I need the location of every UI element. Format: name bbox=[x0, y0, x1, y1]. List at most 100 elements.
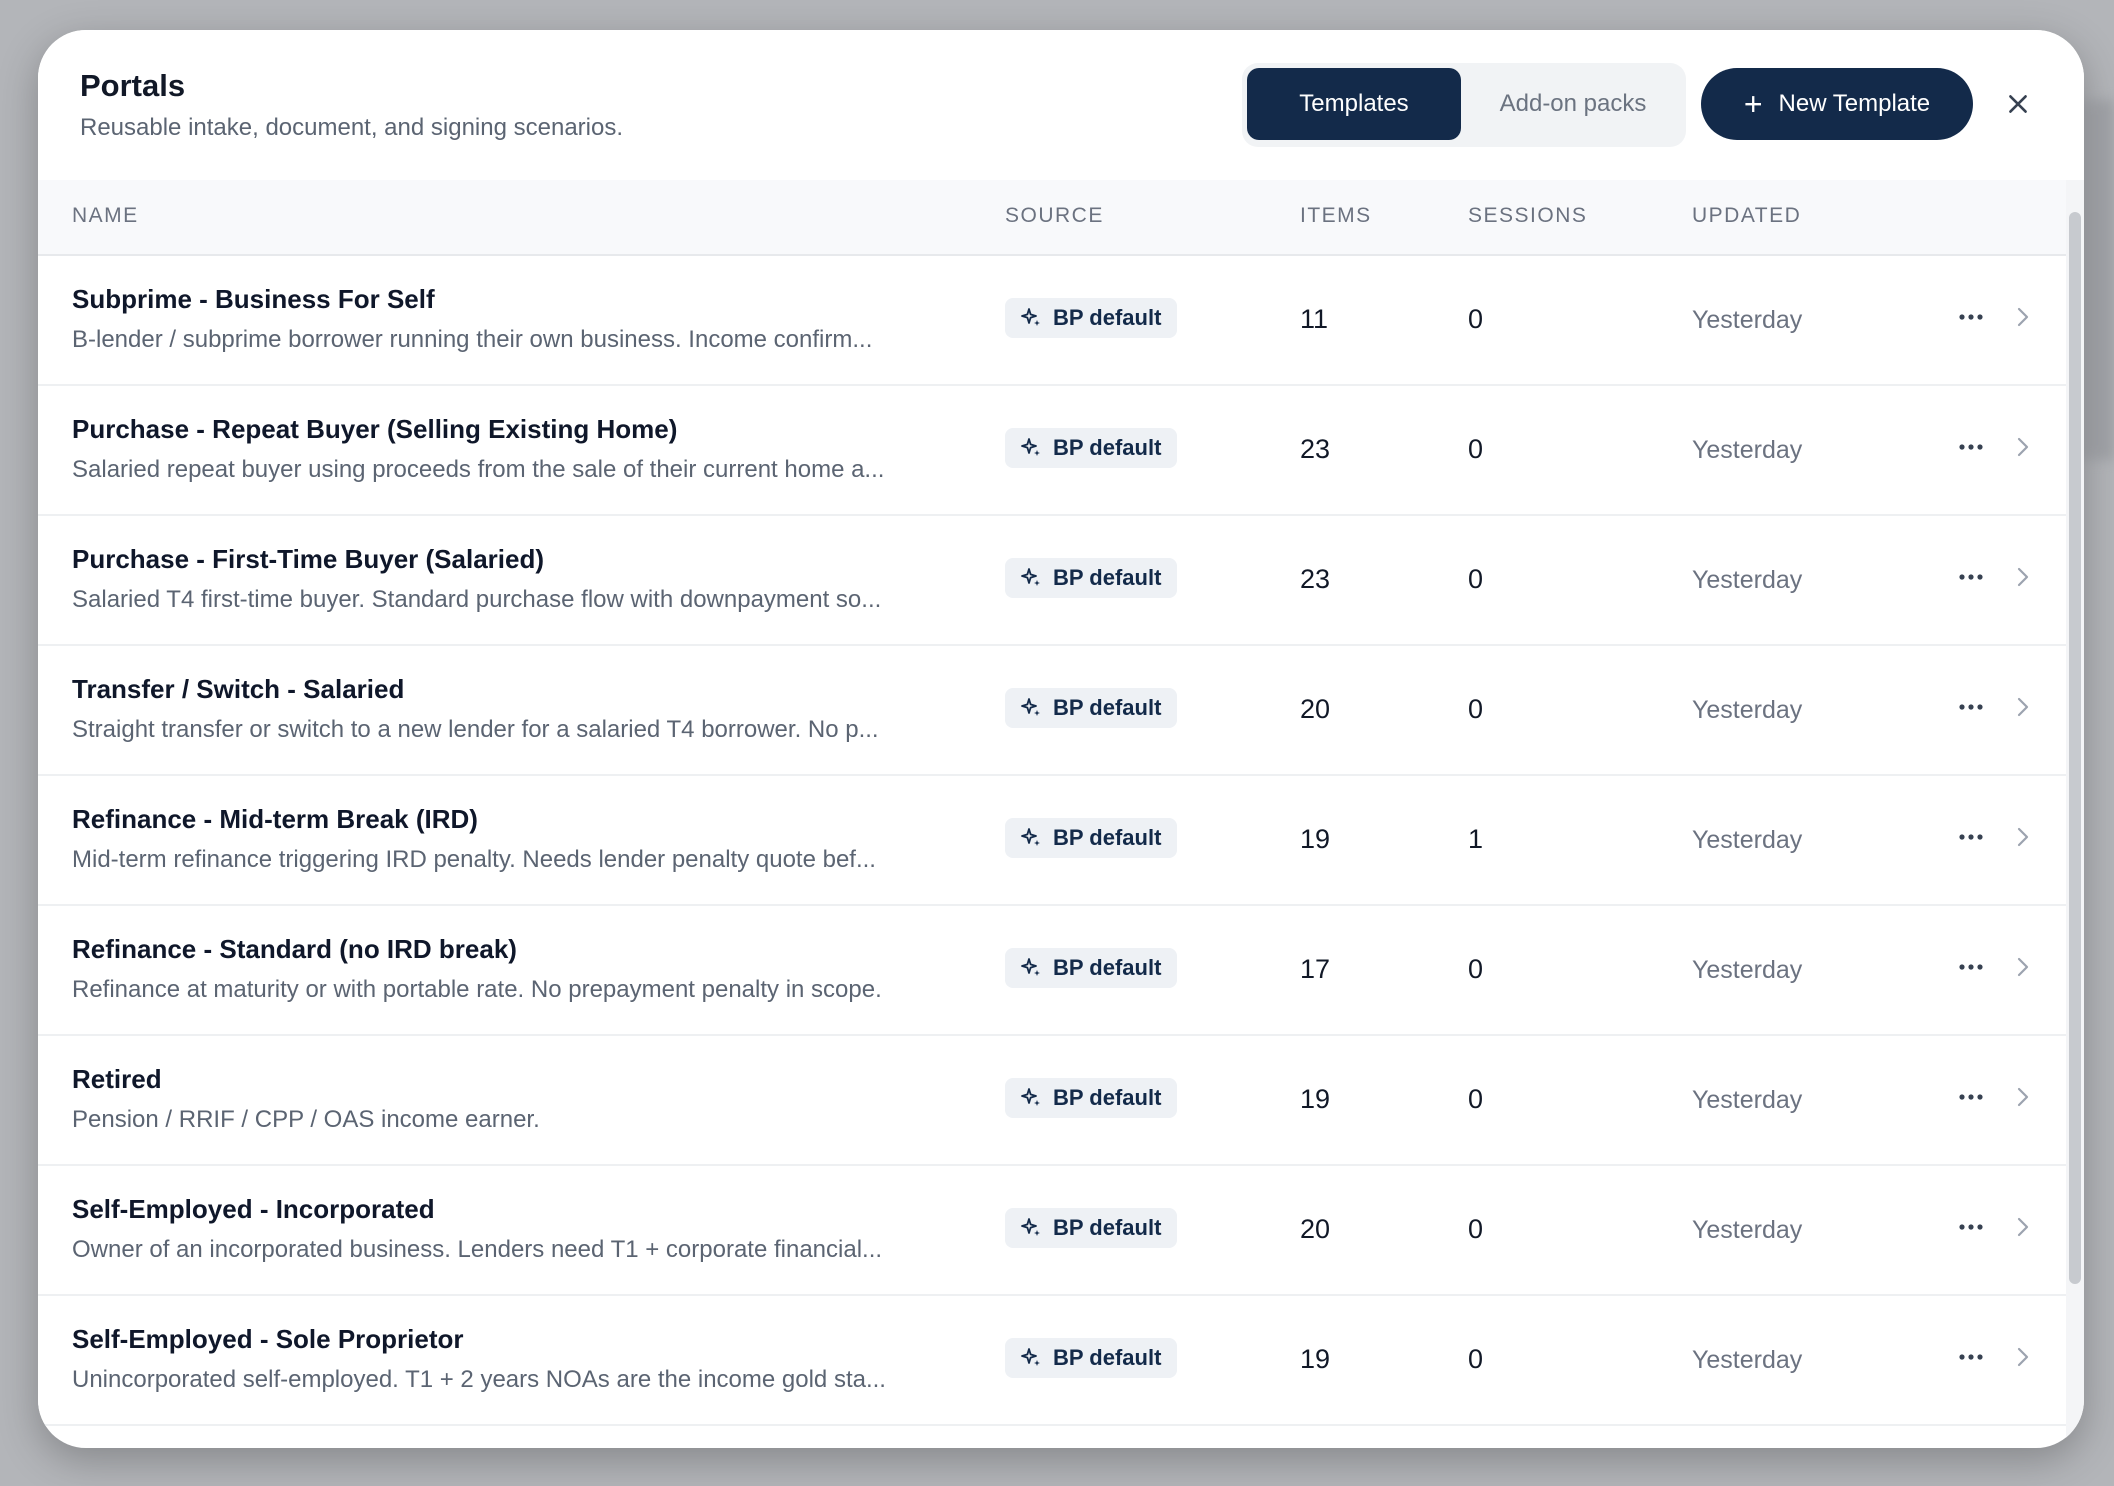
sessions-count: 0 bbox=[1468, 954, 1484, 984]
template-name: Retired bbox=[72, 1064, 162, 1094]
sessions-count: 0 bbox=[1468, 1084, 1484, 1114]
sparkle-icon bbox=[1021, 568, 1040, 586]
source-label: BP default bbox=[1053, 825, 1162, 850]
updated-time: Yesterday bbox=[1692, 1346, 1803, 1374]
portals-modal: Portals Reusable intake, document, and s… bbox=[38, 30, 2084, 1448]
more-horizontal-icon bbox=[1959, 704, 1983, 710]
sessions-count: 0 bbox=[1468, 434, 1484, 464]
source-badge: BP default bbox=[1005, 428, 1178, 468]
updated-time: Yesterday bbox=[1692, 696, 1803, 724]
items-count: 19 bbox=[1300, 824, 1331, 854]
sparkle-icon bbox=[1021, 1348, 1040, 1366]
template-description: Salaried T4 first-time buyer. Standard p… bbox=[72, 586, 882, 613]
template-name: Transfer / Switch - Salaried bbox=[72, 674, 405, 704]
template-description: Refinance at maturity or with portable r… bbox=[72, 976, 882, 1003]
source-label: BP default bbox=[1053, 695, 1162, 720]
template-name: Refinance - Mid-term Break (IRD) bbox=[72, 804, 478, 834]
table-row[interactable]: Self-Employed - Sole Proprietor Unincorp… bbox=[38, 1296, 2066, 1426]
page-title: Portals bbox=[80, 68, 186, 103]
row-menu-button[interactable] bbox=[1956, 1212, 1986, 1242]
template-list: Subprime - Business For Self B-lender / … bbox=[38, 256, 2066, 1426]
source-badge: BP default bbox=[1005, 1208, 1178, 1248]
column-header-source[interactable]: SOURCE bbox=[1005, 204, 1104, 228]
row-menu-button[interactable] bbox=[1956, 1342, 1986, 1372]
row-menu-button[interactable] bbox=[1956, 952, 1986, 982]
page-subtitle: Reusable intake, document, and signing s… bbox=[80, 114, 623, 141]
table-row[interactable]: Subprime - Business For Self B-lender / … bbox=[38, 256, 2066, 386]
plus-icon: + bbox=[1743, 86, 1763, 122]
template-description: Salaried repeat buyer using proceeds fro… bbox=[72, 456, 885, 483]
template-name: Refinance - Standard (no IRD break) bbox=[72, 934, 517, 964]
column-header-sessions[interactable]: SESSIONS bbox=[1468, 204, 1587, 228]
template-description: Straight transfer or switch to a new len… bbox=[72, 716, 879, 743]
row-menu-button[interactable] bbox=[1956, 432, 1986, 462]
sessions-count: 0 bbox=[1468, 1214, 1484, 1244]
items-count: 17 bbox=[1300, 954, 1331, 984]
chevron-right-icon bbox=[2010, 1214, 2036, 1240]
more-horizontal-icon bbox=[1959, 964, 1983, 970]
source-badge: BP default bbox=[1005, 948, 1178, 988]
new-template-button[interactable]: + New Template bbox=[1701, 68, 1973, 140]
updated-time: Yesterday bbox=[1692, 1216, 1803, 1244]
sessions-count: 0 bbox=[1468, 694, 1484, 724]
template-name: Purchase - Repeat Buyer (Selling Existin… bbox=[72, 414, 678, 444]
items-count: 19 bbox=[1300, 1084, 1331, 1114]
more-horizontal-icon bbox=[1959, 1354, 1983, 1360]
row-menu-button[interactable] bbox=[1956, 1082, 1986, 1112]
table-row[interactable]: Refinance - Standard (no IRD break) Refi… bbox=[38, 906, 2066, 1036]
column-header-items[interactable]: ITEMS bbox=[1300, 204, 1372, 228]
chevron-right-icon bbox=[2010, 1344, 2036, 1370]
source-badge: BP default bbox=[1005, 1338, 1178, 1378]
source-badge: BP default bbox=[1005, 1078, 1178, 1118]
template-description: Pension / RRIF / CPP / OAS income earner… bbox=[72, 1106, 540, 1133]
row-menu-button[interactable] bbox=[1956, 302, 1986, 332]
table-header: NAME SOURCE ITEMS SESSIONS UPDATED bbox=[38, 180, 2066, 256]
more-horizontal-icon bbox=[1959, 444, 1983, 450]
sessions-count: 0 bbox=[1468, 304, 1484, 334]
chevron-right-icon bbox=[2010, 304, 2036, 330]
source-label: BP default bbox=[1053, 955, 1162, 980]
chevron-right-icon bbox=[2010, 1084, 2036, 1110]
row-menu-button[interactable] bbox=[1956, 562, 1986, 592]
scrollbar-thumb[interactable] bbox=[2069, 212, 2081, 1284]
sparkle-icon bbox=[1021, 1088, 1040, 1106]
scrollbar[interactable] bbox=[2066, 180, 2084, 1448]
more-horizontal-icon bbox=[1959, 1094, 1983, 1100]
source-badge: BP default bbox=[1005, 558, 1178, 598]
source-label: BP default bbox=[1053, 1345, 1162, 1370]
template-name: Self-Employed - Sole Proprietor bbox=[72, 1324, 464, 1354]
sparkle-icon bbox=[1021, 308, 1040, 326]
source-label: BP default bbox=[1053, 565, 1162, 590]
more-horizontal-icon bbox=[1959, 834, 1983, 840]
sparkle-icon bbox=[1021, 698, 1040, 716]
column-header-updated[interactable]: UPDATED bbox=[1692, 204, 1801, 228]
column-header-name[interactable]: NAME bbox=[72, 204, 139, 228]
modal-header: Portals Reusable intake, document, and s… bbox=[38, 30, 2084, 180]
row-menu-button[interactable] bbox=[1956, 692, 1986, 722]
table-row[interactable]: Purchase - First-Time Buyer (Salaried) S… bbox=[38, 516, 2066, 646]
view-toggle: Templates Add-on packs bbox=[1242, 63, 1686, 147]
table-row[interactable]: Retired Pension / RRIF / CPP / OAS incom… bbox=[38, 1036, 2066, 1166]
table-row[interactable]: Transfer / Switch - Salaried Straight tr… bbox=[38, 646, 2066, 776]
close-button[interactable] bbox=[1998, 84, 2038, 124]
updated-time: Yesterday bbox=[1692, 436, 1803, 464]
updated-time: Yesterday bbox=[1692, 826, 1803, 854]
template-description: Mid-term refinance triggering IRD penalt… bbox=[72, 846, 876, 873]
source-badge: BP default bbox=[1005, 688, 1178, 728]
tab-add-on-packs[interactable]: Add-on packs bbox=[1466, 68, 1680, 140]
table-row[interactable]: Refinance - Mid-term Break (IRD) Mid-ter… bbox=[38, 776, 2066, 906]
tab-templates[interactable]: Templates bbox=[1247, 68, 1461, 140]
items-count: 23 bbox=[1300, 434, 1331, 464]
table-row[interactable]: Purchase - Repeat Buyer (Selling Existin… bbox=[38, 386, 2066, 516]
table-row[interactable]: Self-Employed - Incorporated Owner of an… bbox=[38, 1166, 2066, 1296]
row-menu-button[interactable] bbox=[1956, 822, 1986, 852]
source-badge: BP default bbox=[1005, 818, 1178, 858]
sparkle-icon bbox=[1021, 1218, 1040, 1236]
items-count: 23 bbox=[1300, 564, 1331, 594]
template-name: Purchase - First-Time Buyer (Salaried) bbox=[72, 544, 545, 574]
chevron-right-icon bbox=[2010, 954, 2036, 980]
more-horizontal-icon bbox=[1959, 574, 1983, 580]
sparkle-icon bbox=[1021, 828, 1040, 846]
source-label: BP default bbox=[1053, 1215, 1162, 1240]
source-label: BP default bbox=[1053, 435, 1162, 460]
